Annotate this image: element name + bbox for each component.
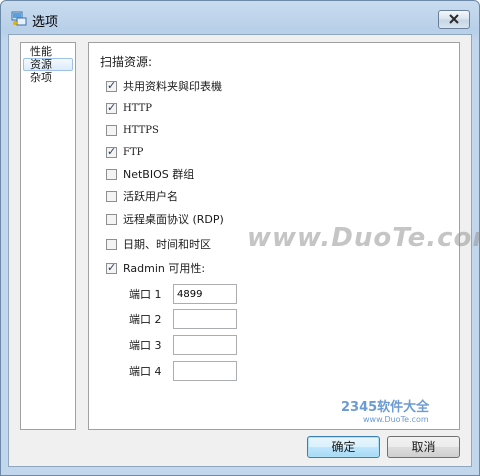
port-label: 端口 1 — [129, 288, 162, 301]
port-2-input[interactable] — [173, 309, 237, 329]
port-4-input[interactable] — [173, 361, 237, 381]
option-ftp[interactable]: FTP — [106, 144, 144, 160]
port-label: 端口 4 — [129, 365, 162, 378]
option-http[interactable]: HTTP — [106, 100, 152, 116]
dialog-client-area: 性能 资源 杂项 扫描资源: 共用资料夹與印表機 HTTP HTTPS — [8, 34, 472, 467]
window-title: 选项 — [32, 15, 59, 30]
close-button[interactable] — [438, 10, 470, 29]
port-3-input[interactable] — [173, 335, 237, 355]
port-label: 端口 2 — [129, 313, 162, 326]
sidebar-item-misc[interactable]: 杂项 — [23, 71, 73, 84]
option-shared-folders[interactable]: 共用资料夹與印表機 — [106, 78, 222, 94]
option-label: 日期、时间和时区 — [123, 238, 211, 251]
option-label: 活跃用户名 — [123, 190, 178, 203]
cancel-button[interactable]: 取消 — [387, 436, 460, 458]
option-netbios[interactable]: NetBIOS 群组 — [106, 167, 194, 182]
title-bar[interactable]: 选项 — [1, 1, 479, 34]
rdp-checkbox[interactable] — [106, 214, 117, 225]
option-radmin[interactable]: Radmin 可用性: — [106, 260, 206, 276]
http-checkbox[interactable] — [106, 100, 117, 115]
option-rdp[interactable]: 远程桌面协议 (RDP) — [106, 212, 224, 227]
ok-button[interactable]: 确定 — [307, 436, 380, 458]
options-dialog: 选项 性能 资源 杂项 扫描资源: 共用资料夹與印表機 — [0, 0, 480, 476]
radmin-checkbox[interactable] — [106, 260, 117, 275]
option-label: Radmin 可用性: — [123, 262, 206, 275]
sidebar-item-label: 性能 — [30, 45, 52, 58]
resources-panel: 扫描资源: 共用资料夹與印表機 HTTP HTTPS FTP NetBIOS 群… — [88, 42, 460, 430]
port-label: 端口 3 — [129, 339, 162, 352]
option-label: 共用资料夹與印表機 — [123, 80, 222, 93]
option-label: HTTP — [123, 103, 152, 114]
option-label: HTTPS — [123, 125, 159, 136]
ftp-checkbox[interactable] — [106, 144, 117, 159]
https-checkbox[interactable] — [106, 125, 117, 136]
sidebar-item-label: 资源 — [30, 58, 52, 71]
datetime-checkbox[interactable] — [106, 239, 117, 250]
sidebar-item-label: 杂项 — [30, 71, 52, 84]
option-label: 远程桌面协议 (RDP) — [123, 213, 224, 226]
shared-folders-checkbox[interactable] — [106, 78, 117, 93]
category-list[interactable]: 性能 资源 杂项 — [20, 42, 76, 430]
netbios-checkbox[interactable] — [106, 169, 117, 180]
option-label: NetBIOS 群组 — [123, 168, 195, 181]
close-icon — [449, 14, 459, 24]
active-users-checkbox[interactable] — [106, 191, 117, 202]
option-datetime[interactable]: 日期、时间和时区 — [106, 237, 211, 252]
port-row-3: 端口 3 — [129, 335, 237, 355]
port-row-2: 端口 2 — [129, 309, 237, 329]
options-app-icon — [11, 11, 27, 26]
port-row-1: 端口 1 — [129, 284, 237, 304]
option-https[interactable]: HTTPS — [106, 123, 159, 138]
port-row-4: 端口 4 — [129, 361, 237, 381]
port-1-input[interactable] — [173, 284, 237, 304]
option-active-users[interactable]: 活跃用户名 — [106, 189, 178, 204]
scan-resources-heading: 扫描资源: — [100, 55, 153, 69]
sidebar-item-performance[interactable]: 性能 — [23, 45, 73, 58]
sidebar-item-resources[interactable]: 资源 — [23, 58, 73, 71]
option-label: FTP — [123, 147, 144, 158]
